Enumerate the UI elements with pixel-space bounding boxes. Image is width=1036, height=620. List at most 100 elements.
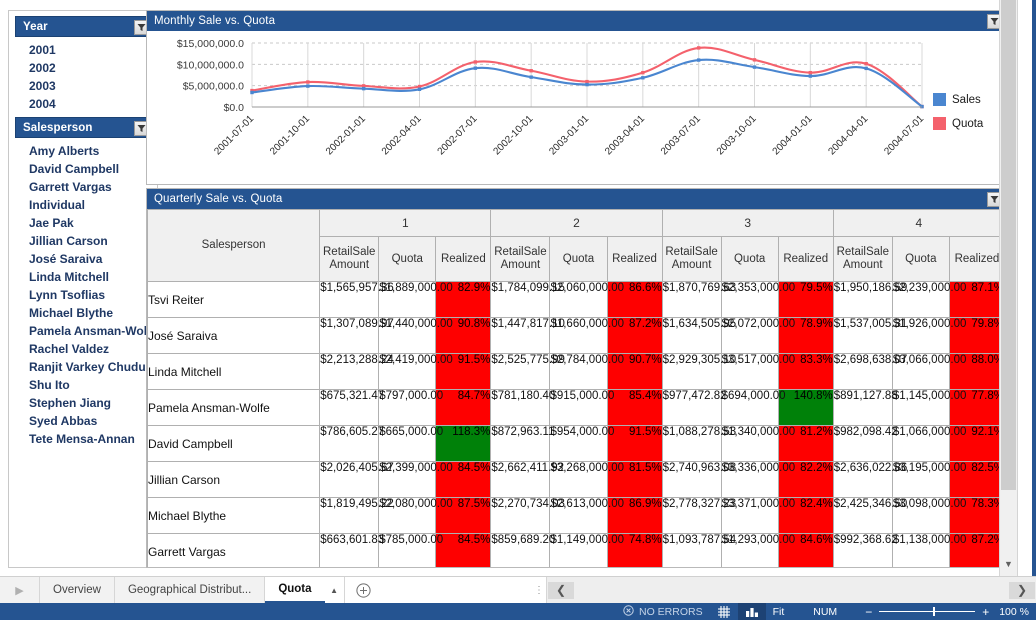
vertical-dots-icon[interactable]: ⋮ [532,577,546,603]
cell-quota[interactable]: $2,419,000.00 [378,353,453,390]
cell-quota[interactable]: $3,336,000.00 [720,461,795,498]
column-subheader-retailsale-amount[interactable]: RetailSale Amount [319,236,380,282]
cell-quota[interactable]: $1,138,000.00 [891,533,966,567]
table-row[interactable]: Tsvi Reiter $1,565,957.36 $1,889,000.00 82.… [147,281,1005,318]
cell-quota[interactable]: $2,613,000.00 [549,497,624,534]
cell-retail-sale-amount[interactable]: $891,127.88 [832,389,898,426]
slicer-item-year[interactable]: 2004 [15,95,153,113]
cell-retail-sale-amount[interactable]: $977,472.82 [661,389,727,426]
slicer-item-salesperson[interactable]: Michael Blythe [15,304,153,322]
cell-retail-sale-amount[interactable]: $1,447,817.10 [490,317,565,354]
cell-realized[interactable]: 84.5% [435,533,492,567]
cell-retail-sale-amount[interactable]: $2,662,411.92 [490,461,564,498]
chevron-left-icon[interactable]: ❮ [548,581,574,599]
slicer-item-salesperson[interactable]: Lynn Tsoflias [15,286,153,304]
table-row[interactable]: Garrett Vargas $663,601.83 $785,000.00 84.5… [147,533,1005,567]
slicer-item-salesperson[interactable]: Stephen Jiang [15,394,153,412]
slicer-item-salesperson[interactable]: Shu Ito [15,376,153,394]
cell-quota[interactable]: $2,784,000.00 [549,353,624,390]
cell-quota[interactable]: $3,098,000.00 [891,497,966,534]
column-subheader-realized[interactable]: Realized [777,236,834,282]
cell-quota[interactable]: $785,000.00 [378,533,443,567]
slicer-item-salesperson[interactable]: David Campbell [15,160,153,178]
table-row[interactable]: Linda Mitchell $2,213,288.24 $2,419,000.00… [147,353,1005,390]
column-subheader-retailsale-amount[interactable]: RetailSale Amount [832,236,893,282]
slicer-item-salesperson[interactable]: Individual [15,196,153,214]
column-subheader-realized[interactable]: Realized [948,236,1005,282]
cell-retail-sale-amount[interactable]: $2,026,405.67 [319,461,394,498]
cell-quota[interactable]: $3,268,000.00 [549,461,624,498]
cell-retail-sale-amount[interactable]: $2,636,022.86 [832,461,907,498]
cell-quota[interactable]: $797,000.00 [378,389,443,426]
column-subheader-quota[interactable]: Quota [891,236,950,282]
cell-quota[interactable]: $1,293,000.00 [720,533,795,567]
cell-retail-sale-amount[interactable]: $663,601.83 [319,533,384,567]
zoom-slider-track[interactable] [879,607,976,616]
column-subheader-realized[interactable]: Realized [606,236,663,282]
chevron-down-icon[interactable]: ▼ [1001,556,1016,572]
cell-retail-sale-amount[interactable]: $786,605.27 [319,425,384,462]
cell-retail-sale-amount[interactable]: $872,963.11 [490,425,554,462]
table-row[interactable]: David Campbell $786,605.27 $665,000.00 118.… [147,425,1005,462]
cell-quota[interactable]: $2,399,000.00 [378,461,453,498]
slicer-item-salesperson[interactable]: Syed Abbas [15,412,153,430]
cell-quota[interactable]: $1,889,000.00 [378,281,453,318]
cell-quota[interactable]: $3,066,000.00 [891,353,966,390]
column-header-quarter[interactable]: 2 [490,209,663,237]
plus-icon[interactable]: + [982,605,989,619]
plus-circle-icon[interactable] [344,577,383,603]
slicer-item-salesperson[interactable]: Garrett Vargas [15,178,153,196]
cell-retail-sale-amount[interactable]: $2,929,305.10 [661,353,736,390]
cell-realized[interactable]: 85.4% [606,389,663,426]
cell-salesperson[interactable]: Linda Mitchell [147,353,321,390]
cell-retail-sale-amount[interactable]: $2,270,734.03 [490,497,565,534]
cell-retail-sale-amount[interactable]: $859,689.20 [490,533,555,567]
column-header-quarter[interactable]: 1 [319,209,492,237]
cell-retail-sale-amount[interactable]: $1,565,957.36 [319,281,394,318]
grid-view-icon[interactable] [710,603,738,620]
cell-retail-sale-amount[interactable]: $1,537,005.31 [832,317,907,354]
cell-quota[interactable]: $1,145,000.00 [891,389,966,426]
cell-retail-sale-amount[interactable]: $1,784,099.15 [490,281,565,318]
cell-quota[interactable]: $3,371,000.00 [720,497,795,534]
cell-retail-sale-amount[interactable]: $2,778,327.23 [661,497,736,534]
cell-quota[interactable]: $1,340,000.00 [720,425,795,462]
cell-quota[interactable]: $3,517,000.00 [720,353,795,390]
cell-quota[interactable]: $3,195,000.00 [891,461,966,498]
cell-salesperson[interactable]: Tsvi Reiter [147,281,321,318]
slicer-item-year[interactable]: 2003 [15,77,153,95]
column-subheader-retailsale-amount[interactable]: RetailSale Amount [490,236,551,282]
cell-realized[interactable]: 84.7% [435,389,492,426]
cell-retail-sale-amount[interactable]: $992,368.62 [832,533,898,567]
slicer-item-salesperson[interactable]: Jillian Carson [15,232,153,250]
cell-quota[interactable]: $1,440,000.00 [378,317,453,354]
cell-retail-sale-amount[interactable]: $675,321.47 [319,389,384,426]
slicer-item-salesperson[interactable]: José Saraiva [15,250,153,268]
cell-quota[interactable]: $694,000.00 [720,389,786,426]
cell-retail-sale-amount[interactable]: $1,093,787.54 [661,533,736,567]
cell-retail-sale-amount[interactable]: $982,098.42 [832,425,898,462]
slicer-item-salesperson[interactable]: Jae Pak [15,214,153,232]
chevron-right-icon[interactable]: ▶ [0,577,40,603]
sheet-tab-overview[interactable]: Overview [40,577,115,603]
zoom-slider[interactable]: − + [859,605,995,619]
column-subheader-retailsale-amount[interactable]: RetailSale Amount [661,236,722,282]
slicer-item-salesperson[interactable]: Pamela Ansman-Wolfe [15,322,153,340]
table-row[interactable]: José Saraiva $1,307,089.97 $1,440,000.00 90… [147,317,1005,354]
cell-salesperson[interactable]: Jillian Carson [147,461,321,498]
column-subheader-quota[interactable]: Quota [720,236,779,282]
table-row[interactable]: Jillian Carson $2,026,405.67 $2,399,000.00… [147,461,1005,498]
cell-quota[interactable]: $954,000.00 [549,425,614,462]
cell-quota[interactable]: $2,072,000.00 [720,317,795,354]
cell-quota[interactable]: $2,060,000.00 [549,281,624,318]
slicer-item-salesperson[interactable]: Rachel Valdez [15,340,153,358]
horizontal-scrollbar-track[interactable] [575,581,1008,599]
slicer-year-list[interactable]: 2001 2002 2003 2004 [15,37,153,115]
column-subheader-quota[interactable]: Quota [378,236,437,282]
horizontal-scrollbar[interactable]: ❮ ❯ [546,577,1036,603]
column-header-quarter[interactable]: 4 [832,209,1005,237]
cell-salesperson[interactable]: José Saraiva [147,317,321,354]
slicer-item-year[interactable]: 2001 [15,41,153,59]
slicer-item-salesperson[interactable]: Ranjit Varkey Chudukatil [15,358,153,376]
cell-salesperson[interactable]: Michael Blythe [147,497,321,534]
